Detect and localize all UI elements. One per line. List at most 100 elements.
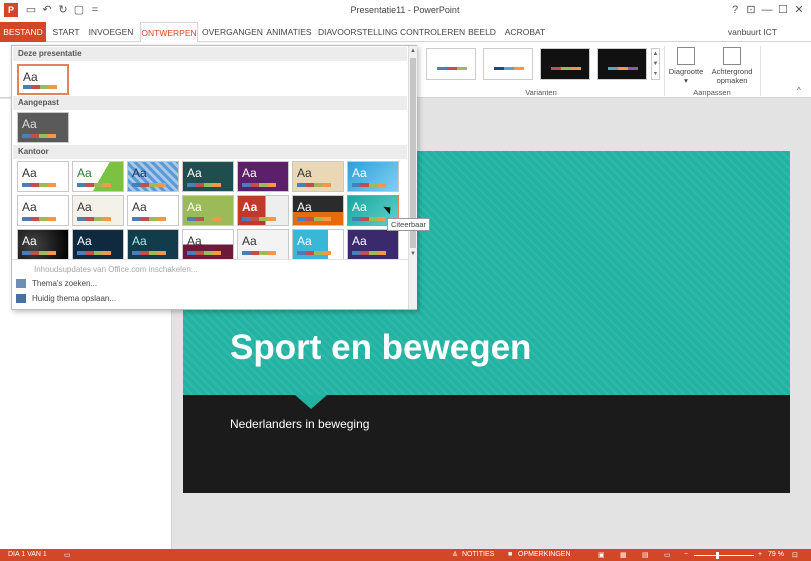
theme-facet[interactable]: Aa <box>72 161 124 192</box>
theme-wisp[interactable]: Aa <box>72 195 124 226</box>
theme-office[interactable]: Aa <box>17 161 69 192</box>
menu-save-theme[interactable]: Huidig thema opslaan... <box>16 294 117 304</box>
variant-3[interactable] <box>540 48 590 80</box>
slide-notch <box>295 395 327 409</box>
section-this-presentation: Deze presentatie <box>13 47 407 61</box>
minimize-icon[interactable]: — <box>759 2 775 18</box>
scroll-up-icon[interactable]: ▲ <box>409 46 417 56</box>
window-title: Presentatie11 - PowerPoint <box>350 5 460 15</box>
notes-button[interactable]: NOTITIES <box>462 551 494 558</box>
redo-icon[interactable]: ↻ <box>56 3 70 17</box>
fit-to-window-icon[interactable]: ⊡ <box>792 551 798 559</box>
theme-frame[interactable]: Aa <box>292 195 344 226</box>
menu-save-theme-label: Huidig thema opslaan... <box>32 294 117 303</box>
status-bar: DIA 1 VAN 1 ▭ ≙ NOTITIES ■ OPMERKINGEN ▣… <box>0 549 811 561</box>
slideshow-icon[interactable]: ▭ <box>664 551 671 559</box>
zoom-out-icon[interactable]: − <box>684 551 688 558</box>
reading-view-icon[interactable]: ▤ <box>642 551 649 559</box>
zoom-level[interactable]: 79 % <box>768 551 784 558</box>
comments-button[interactable]: OPMERKINGEN <box>518 551 571 558</box>
slide-subtitle-area <box>183 395 790 493</box>
theme-basis[interactable]: Aa <box>127 195 179 226</box>
theme-savon[interactable]: Aa <box>237 229 289 260</box>
theme-tooltip: Citeerbaar <box>387 218 431 231</box>
slide-counter: DIA 1 VAN 1 <box>8 551 47 558</box>
comments-icon[interactable]: ■ <box>508 551 512 558</box>
variants-group-label: Varianten <box>525 88 557 97</box>
theme-berlin[interactable]: Aa <box>182 229 234 260</box>
menu-search-themes[interactable]: Thema's zoeken... <box>16 279 98 289</box>
ribbon-tabs: BESTAND START INVOEGEN ONTWERPEN OVERGAN… <box>0 22 811 43</box>
customize-qat-icon[interactable]: = <box>88 3 102 17</box>
theme-retrospect[interactable]: Aa <box>347 161 399 192</box>
new-icon[interactable]: ▢ <box>72 3 86 17</box>
theme-integral[interactable]: Aa <box>127 161 179 192</box>
normal-view-icon[interactable]: ▣ <box>598 551 605 559</box>
section-office: Kantoor <box>13 145 407 159</box>
undo-icon[interactable]: ↶ <box>40 3 54 17</box>
section-custom: Aangepast <box>13 96 407 110</box>
tab-invoegen[interactable]: INVOEGEN <box>86 22 136 42</box>
powerpoint-logo-icon: P <box>4 3 18 17</box>
format-background-icon <box>723 47 741 65</box>
help-icon[interactable]: ? <box>727 2 743 18</box>
maximize-icon[interactable]: ☐ <box>775 2 791 18</box>
theme-mesh[interactable]: Aa <box>347 229 399 260</box>
customize-group-label: Aanpassen <box>693 88 731 97</box>
theme-custom[interactable]: Aa <box>17 112 69 143</box>
tab-ontwerpen[interactable]: ONTWERPEN <box>140 22 198 43</box>
collapse-ribbon-icon[interactable]: ^ <box>797 86 801 95</box>
background-label-1: Achtergrond <box>711 67 753 76</box>
menu-enable-updates: Inhoudsupdates van Office.com inschakele… <box>34 265 198 274</box>
variant-1[interactable] <box>426 48 476 80</box>
theme-ion[interactable]: Aa <box>127 229 179 260</box>
tab-overgangen[interactable]: OVERGANGEN <box>202 22 263 42</box>
theme-dark-blue[interactable]: Aa <box>72 229 124 260</box>
theme-dividend[interactable]: Aa <box>237 195 289 226</box>
notes-icon[interactable]: ≙ <box>452 551 458 559</box>
title-bar: P ▭ ↶ ↻ ▢ = Presentatie11 - PowerPoint ?… <box>0 0 811 22</box>
save-icon[interactable]: ▭ <box>24 3 38 17</box>
search-themes-icon <box>16 279 26 289</box>
zoom-in-icon[interactable]: + <box>758 551 762 558</box>
variant-4[interactable] <box>597 48 647 80</box>
slide-sorter-icon[interactable]: ▦ <box>620 551 627 559</box>
spellcheck-icon[interactable]: ▭ <box>64 551 71 559</box>
variants-more-icon[interactable]: ▲ ▼ ▾ <box>651 48 660 80</box>
theme-view[interactable]: Aa <box>292 229 344 260</box>
tab-beeld[interactable]: BEELD <box>466 22 498 42</box>
save-theme-icon <box>16 294 26 304</box>
slide-size-button[interactable]: Diagrootte ▾ <box>666 47 706 85</box>
tab-animaties[interactable]: ANIMATIES <box>264 22 314 42</box>
theme-gallery-dropdown: Deze presentatie Aa Aangepast Aa Kantoor… <box>11 45 417 310</box>
slide-subtitle[interactable]: Nederlanders in beweging <box>230 417 369 431</box>
tab-controleren[interactable]: CONTROLEREN <box>400 22 465 42</box>
tab-start[interactable]: START <box>50 22 82 42</box>
menu-separator <box>12 259 408 260</box>
close-icon[interactable]: ✕ <box>791 2 807 18</box>
theme-current[interactable]: Aa <box>17 64 69 95</box>
user-account[interactable]: vanbuurt ICT <box>728 27 777 37</box>
variant-2[interactable] <box>483 48 533 80</box>
slide-title[interactable]: Sport en bewegen <box>230 328 531 368</box>
tab-diavoorstelling[interactable]: DIAVOORSTELLING <box>318 22 398 42</box>
theme-ion-board[interactable]: Aa <box>237 161 289 192</box>
gallery-scrollbar[interactable]: ▲ ▼ <box>408 46 417 309</box>
zoom-slider[interactable] <box>694 555 754 556</box>
slide-size-label: Diagrootte <box>668 67 704 76</box>
menu-search-themes-label: Thema's zoeken... <box>32 279 98 288</box>
tab-acrobat[interactable]: ACROBAT <box>502 22 548 42</box>
ribbon-separator <box>664 46 665 96</box>
format-background-button[interactable]: Achtergrond opmaken <box>706 47 758 85</box>
tab-bestand[interactable]: BESTAND <box>0 22 46 42</box>
background-label-2: opmaken <box>716 76 748 85</box>
scroll-down-icon[interactable]: ▼ <box>409 249 417 259</box>
ribbon-display-icon[interactable]: ⊡ <box>743 2 759 18</box>
zoom-slider-thumb[interactable] <box>716 552 719 559</box>
theme-ion-dark[interactable]: Aa <box>182 161 234 192</box>
theme-slice[interactable]: Aa <box>17 195 69 226</box>
ribbon-separator <box>760 46 761 96</box>
theme-circuit[interactable]: Aa <box>17 229 69 260</box>
theme-green[interactable]: Aa <box>182 195 234 226</box>
theme-organic[interactable]: Aa <box>292 161 344 192</box>
